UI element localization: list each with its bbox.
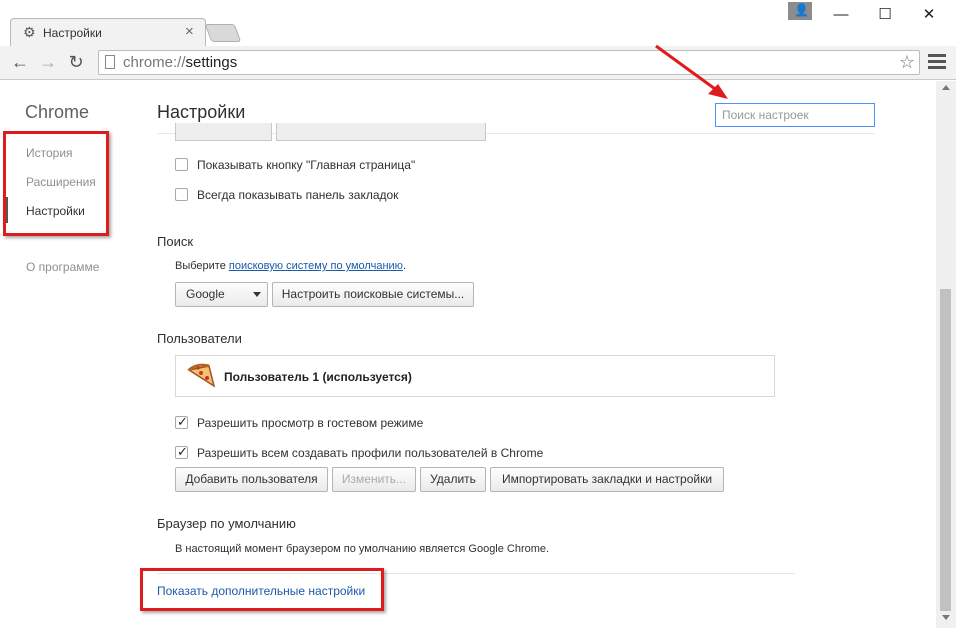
default-search-link[interactable]: поисковую систему по умолчанию (229, 260, 403, 272)
page-icon (105, 55, 115, 69)
maximize-button[interactable]: ☐ (870, 4, 900, 26)
url-scheme: chrome:// (123, 54, 186, 71)
current-user-name: Пользователь 1 (используется) (224, 370, 412, 384)
annotation-arrow-icon (655, 44, 728, 99)
anyone-add-person-checkbox[interactable] (175, 444, 188, 460)
profile-button[interactable]: 👤 (788, 2, 812, 20)
show-bookmarks-bar-checkbox[interactable] (175, 188, 188, 201)
manage-search-engines-button[interactable]: Настроить поисковые системы... (272, 282, 474, 307)
scroll-down-icon[interactable] (942, 615, 950, 620)
search-engine-select[interactable]: Google (175, 282, 268, 307)
add-user-button[interactable]: Добавить пользователя (175, 467, 328, 492)
hamburger-menu-icon[interactable] (928, 52, 946, 70)
tab-close-icon[interactable]: × (185, 23, 194, 40)
users-section-heading: Пользователи (157, 331, 242, 346)
pizza-avatar-icon (187, 363, 216, 388)
back-button[interactable]: ← (8, 50, 32, 74)
search-engine-description: Выберите поисковую систему по умолчанию. (175, 260, 406, 272)
annotation-box-sidebar (3, 131, 109, 236)
anyone-add-person-label: Разрешить всем создавать профили пользов… (197, 446, 544, 460)
scrolled-button-partial[interactable] (175, 123, 272, 141)
sidebar-brand: Chrome (25, 102, 90, 122)
address-bar[interactable]: chrome://settings ☆ (98, 50, 920, 75)
show-bookmarks-bar-label: Всегда показывать панель закладок (197, 188, 399, 202)
reload-button[interactable]: ↻ (64, 50, 88, 74)
guest-browsing-checkbox[interactable] (175, 414, 188, 430)
scroll-thumb[interactable] (940, 289, 951, 611)
new-tab-button[interactable] (204, 24, 242, 42)
default-browser-status: В настоящий момент браузером по умолчани… (175, 543, 550, 555)
chevron-down-icon (253, 292, 261, 297)
sidebar-item-about[interactable]: О программе (26, 260, 99, 274)
tab-settings[interactable]: ⚙ Настройки × (10, 18, 206, 46)
minimize-button[interactable]: — (826, 4, 856, 26)
address-url[interactable]: chrome://settings (123, 54, 237, 71)
forward-button[interactable]: → (36, 50, 60, 74)
annotation-box-advanced-link (140, 568, 384, 611)
search-section-heading: Поиск (157, 234, 194, 249)
show-home-button-checkbox[interactable] (175, 158, 188, 171)
user-list[interactable]: Пользователь 1 (используется) (175, 355, 775, 397)
star-icon[interactable]: ☆ (899, 52, 915, 73)
scrolled-button-partial[interactable] (276, 123, 486, 141)
page-title: Настройки (157, 102, 246, 122)
person-icon: 👤 (794, 3, 809, 17)
tab-title: Настройки (43, 26, 102, 40)
search-text-after: . (402, 260, 406, 272)
default-browser-heading: Браузер по умолчанию (157, 516, 296, 531)
url-path: settings (185, 54, 238, 71)
close-window-button[interactable]: ✕ (914, 4, 944, 26)
page-scrollbar[interactable] (936, 81, 956, 628)
scroll-up-icon[interactable] (942, 85, 950, 90)
show-home-button-label: Показывать кнопку "Главная страница" (197, 158, 416, 172)
browser-toolbar: ← → ↻ chrome://settings ☆ (0, 46, 956, 80)
edit-user-button[interactable]: Изменить... (332, 467, 416, 492)
gear-icon: ⚙ (23, 24, 36, 40)
import-bookmarks-button[interactable]: Импортировать закладки и настройки (490, 467, 724, 492)
settings-page: Chrome История Расширения Настройки О пр… (0, 81, 936, 628)
guest-browsing-label: Разрешить просмотр в гостевом режиме (197, 416, 424, 430)
search-text-before: Выберите (175, 260, 229, 272)
title-bar: ⚙ Настройки × 👤 — ☐ ✕ (0, 0, 956, 46)
search-engine-value: Google (186, 287, 225, 301)
delete-user-button[interactable]: Удалить (420, 467, 486, 492)
